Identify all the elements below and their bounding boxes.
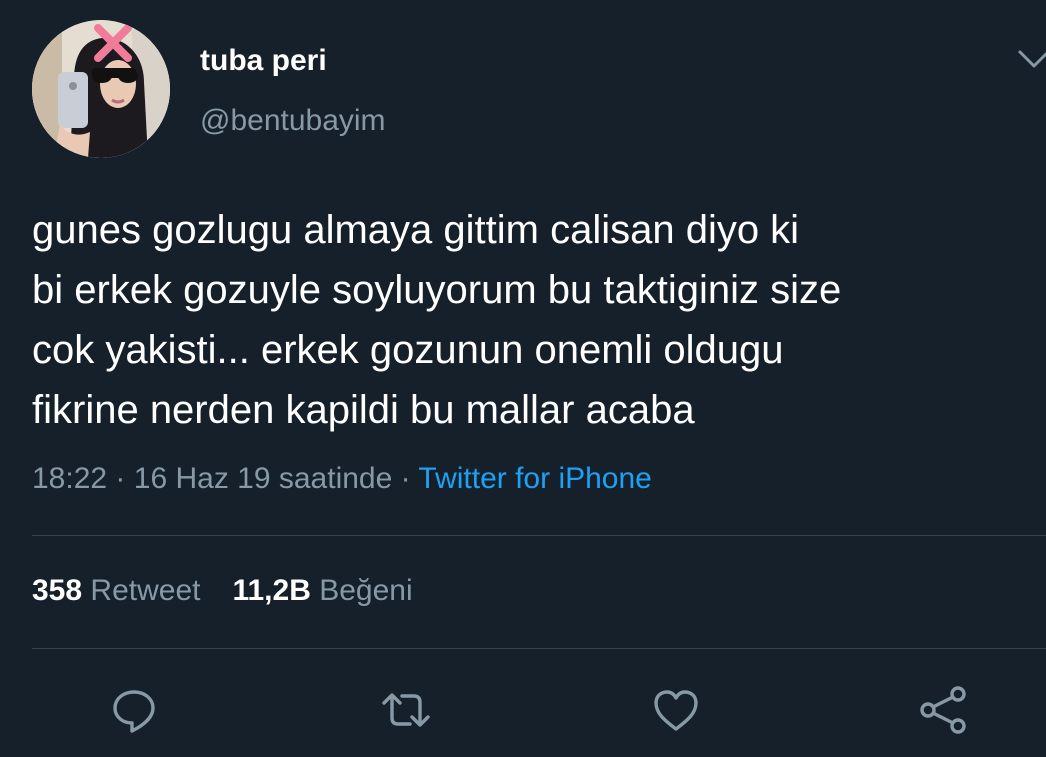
display-name[interactable]: tuba peri	[200, 44, 327, 78]
share-icon	[920, 686, 966, 734]
chevron-down-icon[interactable]	[1014, 44, 1046, 74]
divider	[32, 648, 1046, 649]
tweet-detail: tuba peri @bentubayim gunes gozlugu alma…	[0, 0, 1046, 757]
retweets-stat[interactable]: 358 Retweet	[32, 574, 200, 607]
user-handle[interactable]: @bentubayim	[200, 104, 386, 138]
meta-separator: ·	[400, 462, 411, 495]
avatar-photo	[32, 20, 170, 158]
reply-button[interactable]	[108, 684, 160, 736]
tweet-date[interactable]: 16 Haz 19 saatinde	[134, 462, 393, 495]
share-button[interactable]	[918, 684, 970, 736]
tweet-time[interactable]: 18:22	[32, 462, 107, 495]
tweet-text-line: fikrine nerden kapildi bu mallar acaba	[32, 388, 695, 432]
retweet-button[interactable]	[380, 684, 432, 736]
reply-icon	[113, 690, 155, 733]
retweets-label: Retweet	[90, 574, 201, 607]
meta-separator: ·	[115, 462, 126, 495]
avatar[interactable]	[32, 20, 170, 158]
likes-stat[interactable]: 11,2B Beğeni	[232, 574, 412, 607]
tweet-stats: 358 Retweet 11,2B Beğeni	[32, 574, 413, 608]
heart-icon	[654, 690, 698, 731]
likes-count: 11,2B	[232, 574, 311, 607]
retweet-icon	[382, 693, 430, 727]
tweet-meta: 18:22 · 16 Haz 19 saatinde · Twitter for…	[32, 462, 652, 496]
tweet-source-link[interactable]: Twitter for iPhone	[418, 462, 651, 495]
tweet-text-line: gunes gozlugu almaya gittim calisan diyo…	[32, 208, 800, 252]
like-button[interactable]	[650, 684, 702, 736]
likes-label: Beğeni	[319, 574, 413, 607]
tweet-text-line: cok yakisti... erkek gozunun onemli oldu…	[32, 328, 784, 372]
tweet-text: gunes gozlugu almaya gittim calisan diyo…	[32, 200, 1046, 440]
tweet-text-line: bi erkek gozuyle soyluyorum bu taktigini…	[32, 268, 842, 312]
retweets-count: 358	[32, 574, 83, 607]
divider	[32, 535, 1046, 536]
